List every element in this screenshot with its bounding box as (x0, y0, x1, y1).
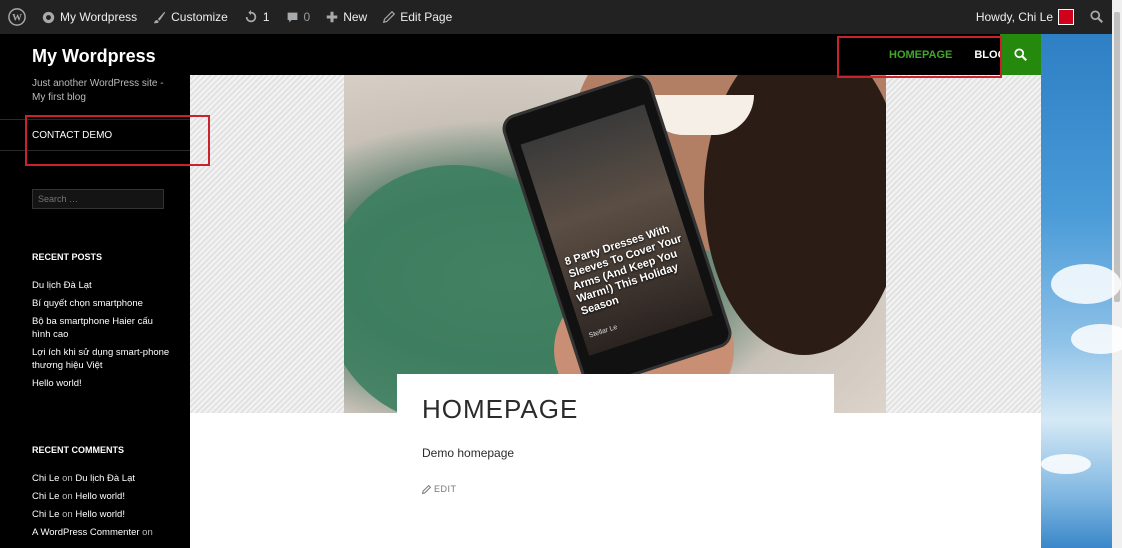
customize-label: Customize (171, 10, 228, 24)
site-header: My Wordpress HOMEPAGE BLOGS (0, 34, 1041, 75)
admin-search-icon[interactable] (1082, 10, 1112, 24)
comment-item: Chi Le on Du lịch Đà Lạt (32, 472, 172, 485)
comment-item: Chi Le on Hello world! (32, 490, 172, 503)
comments-count: 0 (303, 10, 311, 24)
menu-item-contact-demo[interactable]: CONTACT DEMO (32, 130, 112, 141)
wordpress-logo-icon[interactable]: W (0, 8, 34, 26)
account-menu[interactable]: Howdy, Chi Le (968, 9, 1082, 25)
featured-image-area: 8 Party Dresses With Sleeves To Cover Yo… (190, 75, 1041, 413)
dashboard-icon (42, 11, 55, 23)
recent-post-link[interactable]: Hello world! (32, 377, 172, 390)
comment-author[interactable]: A WordPress Commenter (32, 527, 140, 538)
comment-post[interactable]: Hello world! (75, 491, 125, 502)
page-title: HOMEPAGE (422, 394, 579, 424)
comment-author[interactable]: Chi Le (32, 509, 59, 520)
sidebar: Just another WordPress site - My first b… (0, 75, 190, 548)
comment-post[interactable]: Du lịch Đà Lạt (75, 473, 135, 484)
edit-page-link[interactable]: Edit Page (375, 10, 460, 24)
edit-link[interactable]: EDIT (422, 484, 457, 494)
avatar (1058, 9, 1074, 25)
new-content-link[interactable]: New (318, 10, 375, 24)
comment-bubble-icon (287, 12, 297, 22)
recent-posts-list: Du lịch Đà Lạt Bí quyết chọn smartphone … (32, 279, 172, 395)
search-input[interactable] (32, 189, 164, 209)
edit-label: EDIT (434, 484, 457, 494)
updates-link[interactable]: 1 (236, 10, 278, 24)
comment-author[interactable]: Chi Le (32, 491, 59, 502)
recent-post-link[interactable]: Bộ ba smartphone Haier cấu hình cao (32, 315, 172, 341)
recent-comments-list: Chi Le on Du lịch Đà Lạt Chi Le on Hello… (32, 472, 172, 544)
updates-icon (245, 10, 257, 23)
customize-link[interactable]: Customize (145, 10, 236, 24)
site-description: Just another WordPress site - My first b… (32, 78, 164, 103)
comment-on: on (62, 509, 73, 520)
search-icon (1013, 47, 1027, 61)
cloud-shape (1071, 324, 1122, 354)
featured-image: 8 Party Dresses With Sleeves To Cover Yo… (344, 75, 886, 413)
comment-post[interactable]: Hello world! (75, 509, 125, 520)
site-title[interactable]: My Wordpress (32, 46, 156, 67)
new-label: New (343, 10, 368, 24)
article: HOMEPAGE Demo homepage EDIT (397, 374, 834, 548)
comments-link[interactable]: 0 (278, 10, 319, 24)
admin-bar: W My Wordpress Customize 1 0 New Edit Pa… (0, 0, 1112, 34)
scrollbar-thumb[interactable] (1114, 12, 1120, 302)
updates-count: 1 (262, 10, 270, 24)
comment-author[interactable]: Chi Le (32, 473, 59, 484)
secondary-menu: CONTACT DEMO (0, 119, 190, 151)
phone-caption: 8 Party Dresses With Sleeves To Cover Yo… (563, 223, 684, 318)
background-image (1041, 34, 1122, 548)
phone-author: Stellar Le (588, 323, 619, 340)
nav-homepage[interactable]: HOMEPAGE (878, 49, 963, 61)
brush-icon (153, 11, 166, 23)
entry-content: Demo homepage (422, 446, 515, 460)
edit-page-label: Edit Page (400, 10, 453, 24)
plus-icon (326, 11, 338, 23)
cloud-shape (1041, 454, 1091, 474)
svg-text:W: W (12, 13, 22, 24)
cloud-shape (1051, 264, 1121, 304)
pencil-icon (383, 11, 396, 23)
recent-post-link[interactable]: Lợi ích khi sử dụng smart-phone thương h… (32, 346, 172, 372)
admin-site-name-label: My Wordpress (60, 10, 138, 24)
recent-comments-title: RECENT COMMENTS (32, 445, 124, 455)
pencil-icon (422, 484, 431, 494)
recent-posts-title: RECENT POSTS (32, 252, 103, 262)
recent-post-link[interactable]: Du lịch Đà Lạt (32, 279, 172, 292)
howdy-label: Howdy, Chi Le (975, 10, 1053, 24)
comment-on: on (142, 527, 153, 538)
comment-item: Chi Le on Hello world! (32, 508, 172, 521)
comment-item: A WordPress Commenter on (32, 526, 172, 539)
recent-post-link[interactable]: Bí quyết chọn smartphone (32, 297, 172, 310)
search-toggle-button[interactable] (1000, 34, 1041, 75)
admin-site-name[interactable]: My Wordpress (34, 10, 145, 24)
comment-on: on (62, 491, 73, 502)
comment-on: on (62, 473, 73, 484)
